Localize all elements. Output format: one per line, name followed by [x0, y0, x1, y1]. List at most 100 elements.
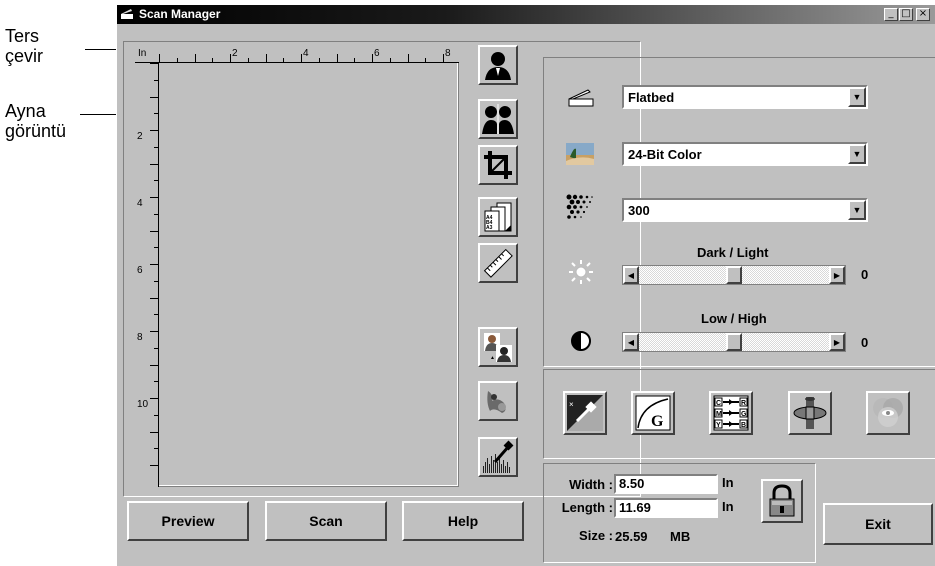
svg-text:C: C — [716, 400, 721, 407]
resolution-select[interactable]: 300 ▼ — [622, 198, 868, 222]
crop-button[interactable] — [478, 145, 518, 185]
contrast-icon — [571, 331, 591, 351]
color-picker-button[interactable]: × — [563, 391, 607, 435]
brightness-icon — [569, 260, 593, 284]
ruler-tick — [354, 58, 356, 62]
gamma-button[interactable]: G — [631, 391, 675, 435]
minimize-button[interactable]: _ — [884, 8, 898, 21]
ruler-tick — [154, 213, 158, 215]
contrast-thumb[interactable] — [726, 333, 742, 351]
ruler-label-top: 4 — [303, 48, 309, 59]
paper-size-button[interactable]: A4 B4 A3 — [478, 197, 518, 237]
scanner-app-icon — [121, 9, 133, 19]
resolution-value: 300 — [628, 203, 650, 218]
color-match-button[interactable] — [866, 391, 910, 435]
lock-aspect-button[interactable] — [761, 479, 803, 523]
length-label: Length : — [561, 500, 613, 515]
maximize-button[interactable]: □ — [899, 8, 913, 21]
histogram-icon — [483, 440, 514, 473]
image-type-select[interactable]: 24-Bit Color ▼ — [622, 142, 868, 166]
contrast-decrease-arrow[interactable]: ◀ — [623, 333, 639, 351]
ruler-tick — [150, 63, 158, 64]
flip-callout-line2: çevir — [5, 46, 44, 66]
mirror-callout: Ayna görüntü — [5, 101, 66, 141]
flip-icon — [485, 52, 511, 80]
ruler-label-top: 2 — [232, 48, 238, 59]
title-bar: Scan Manager _ □ × — [117, 5, 935, 24]
close-button[interactable]: × — [916, 8, 930, 21]
preview-canvas[interactable] — [159, 63, 457, 485]
filter-icon — [793, 397, 827, 429]
left-ruler: 2 4 6 8 10 — [135, 63, 159, 487]
preview-button[interactable]: Preview — [127, 501, 249, 541]
ruler-tick — [389, 58, 391, 62]
width-label: Width : — [569, 477, 613, 492]
mirror-callout-line1: Ayna — [5, 101, 46, 121]
width-field[interactable]: 8.50 — [614, 474, 718, 494]
color-balance-button[interactable]: C R M G Y B — [709, 391, 753, 435]
brightness-thumb[interactable] — [726, 266, 742, 284]
color-match-icon — [873, 398, 903, 427]
ruler-tick — [154, 448, 158, 450]
length-unit: In — [722, 499, 734, 514]
brightness-decrease-arrow[interactable]: ◀ — [623, 266, 639, 284]
svg-text:R: R — [741, 400, 746, 407]
scan-manager-window: Scan Manager _ □ × In 2468 2 4 6 8 10 A4… — [116, 4, 935, 566]
contrast-slider[interactable]: ◀ ▶ — [622, 332, 846, 352]
mirror-button[interactable] — [478, 99, 518, 139]
chevron-down-icon[interactable]: ▼ — [848, 200, 866, 220]
exit-button[interactable]: Exit — [823, 503, 933, 545]
multi-image-icon: ▲ — [484, 333, 512, 362]
ruler-tick — [372, 54, 373, 62]
brightness-increase-arrow[interactable]: ▶ — [829, 266, 845, 284]
ruler-tick — [150, 163, 158, 165]
ruler-tick — [194, 54, 196, 62]
svg-text:M: M — [716, 411, 722, 418]
ruler-label-left: 6 — [137, 265, 143, 276]
ruler-tick — [154, 381, 158, 383]
help-button[interactable]: Help — [402, 501, 524, 541]
image-type-value: 24-Bit Color — [628, 147, 702, 162]
chevron-down-icon[interactable]: ▼ — [848, 87, 866, 107]
contrast-value: 0 — [861, 335, 869, 350]
svg-text:×: × — [569, 400, 574, 409]
chevron-down-icon[interactable]: ▼ — [848, 144, 866, 164]
ruler-tick — [154, 347, 158, 349]
multi-image-button[interactable]: ▲ — [478, 327, 518, 367]
histogram-button[interactable] — [478, 437, 518, 477]
ruler-tick — [443, 54, 444, 62]
ruler-tick — [407, 54, 409, 62]
ruler-label-top: 6 — [374, 48, 380, 59]
ruler-label-left: 8 — [137, 332, 143, 343]
size-value: 25.59 — [615, 529, 648, 544]
ruler-tick — [265, 54, 267, 62]
source-select[interactable]: Flatbed ▼ — [622, 85, 868, 109]
ruler-icon — [483, 248, 513, 278]
svg-text:B: B — [741, 422, 746, 429]
size-label: Size : — [579, 528, 613, 543]
ruler-label-top: 8 — [445, 48, 451, 59]
ruler-tick — [154, 247, 158, 249]
ruler-tick — [212, 58, 214, 62]
length-field[interactable]: 11.69 — [614, 498, 718, 518]
flip-button[interactable] — [478, 45, 518, 85]
descreen-button[interactable] — [478, 381, 518, 421]
ruler-button[interactable] — [478, 243, 518, 283]
brightness-label: Dark / Light — [697, 245, 769, 260]
brightness-slider[interactable]: ◀ ▶ — [622, 265, 846, 285]
filter-button[interactable] — [788, 391, 832, 435]
svg-text:▲: ▲ — [490, 355, 495, 361]
contrast-increase-arrow[interactable]: ▶ — [829, 333, 845, 351]
ruler-tick — [154, 79, 158, 81]
ruler-tick — [150, 465, 158, 466]
crop-icon — [484, 151, 512, 179]
ruler-tick — [154, 146, 158, 148]
ruler-tick — [150, 230, 158, 232]
ruler-tick — [150, 96, 158, 98]
mirror-icon — [482, 104, 514, 134]
ruler-tick — [154, 414, 158, 416]
svg-text:Y: Y — [716, 422, 721, 429]
scan-button[interactable]: Scan — [265, 501, 387, 541]
ruler-tick — [150, 264, 158, 265]
svg-text:G: G — [651, 413, 664, 430]
